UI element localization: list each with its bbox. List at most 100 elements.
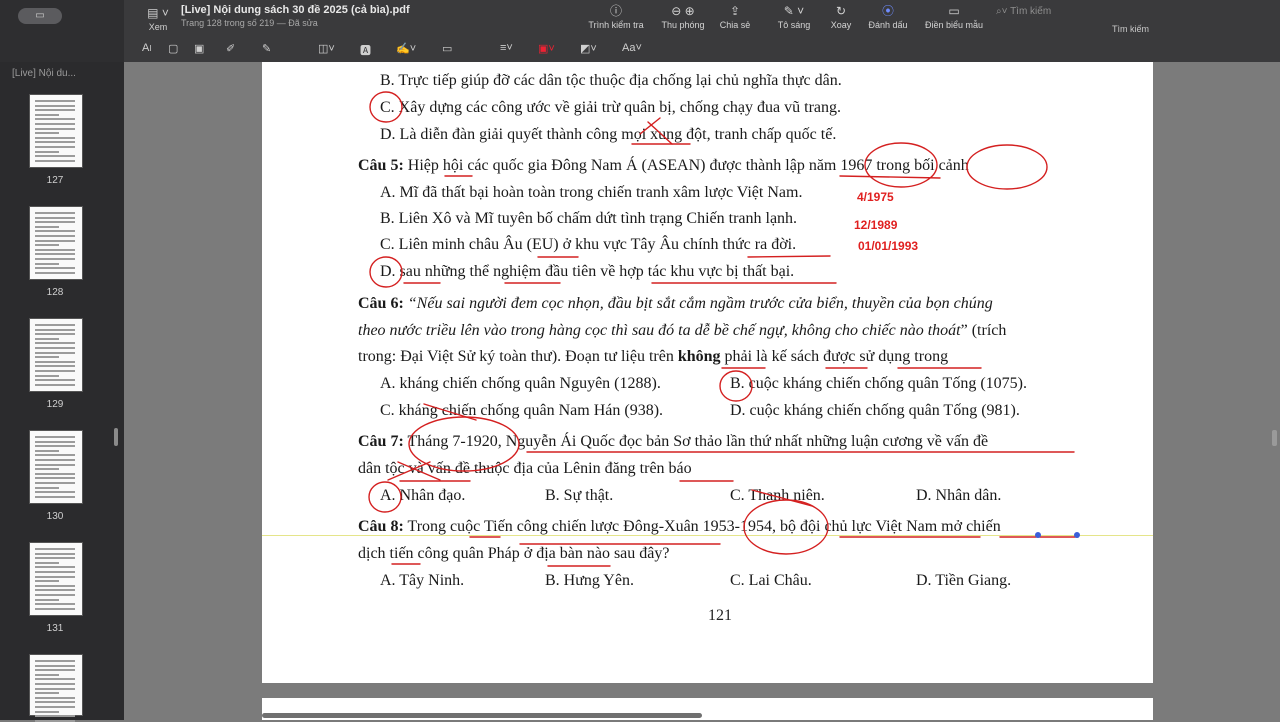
thumbnail-text-line [35,598,59,601]
note-tool[interactable]: ▭ [442,42,452,58]
thumbnail-text-line [35,664,75,667]
thumbnail-text-line [35,687,75,690]
fill-color-tool[interactable]: ◩˅ [580,42,597,58]
thumbnail-text-line [35,104,75,107]
q8-option-d: D. Tiền Giang. [916,572,1012,589]
thumbnail-text-line [35,673,59,676]
thumbnail-text-line [35,244,59,247]
sketch-tool[interactable]: ✐ [226,42,235,58]
thumbnail-text-line [35,715,75,718]
thumbnail-text-line [35,495,75,498]
toolbar: ▭ ▤ ˅ Xem [Live] Nội dung sách 30 đề 202… [0,0,1280,63]
rect-selection-tool[interactable]: ▢ [168,42,178,58]
text-style-tool[interactable]: Aa˅ [622,42,642,58]
share-label: Chia sẻ [719,20,751,30]
thumbnail-text-line [35,603,75,606]
view-button[interactable]: ▤ ˅ Xem [140,4,176,36]
border-color-tool[interactable]: ▣˅ [538,42,555,58]
thumbnail-text-line [35,212,75,214]
thumbnail-page-127[interactable] [29,94,83,168]
thumbnail-text-line [35,454,75,457]
thumbnail-text-line [35,468,59,471]
q6-text-2b: ” (trích [960,322,1007,339]
thumbnail-text-line [35,660,75,662]
horizontal-scrollbar[interactable] [262,713,702,718]
thumbnail-text-line [35,491,75,494]
thumbnail-text-line [35,155,75,158]
highlight-button[interactable]: ✎ ˅ Tô sáng [772,3,816,30]
redact-tool[interactable]: ▣ [194,42,204,58]
inspector-button[interactable]: ⓘ Trình kiểm tra [585,3,647,30]
q6-option-b: B. cuộc kháng chiến chống quân Tống (107… [730,375,1027,392]
q6-stem-line1: Câu 6: “Nếu sai người đem cọc nhọn, đầu … [358,295,993,313]
page-number: 121 [708,607,732,624]
q7-label: Câu 7: [358,433,404,450]
thumbnail-text-line [35,225,59,228]
q8-option-c: C. Lai Châu. [730,572,812,589]
fill-form-button[interactable]: ▭ Điền biểu mẫu [920,3,988,30]
thumbnail-text-line [35,440,75,443]
q4-option-c: C. Xây dựng các công ước về giải trừ quâ… [380,99,842,116]
q6-option-c: C. kháng chiến chống quân Nam Hán (938). [380,402,664,419]
sign-tool[interactable]: ✍˅ [396,42,416,58]
sidebar-doc-label: [Live] Nội du... [12,68,76,79]
thumbnail-text-line [35,351,75,354]
markup-label: Đánh dấu [868,20,908,30]
sidebar-scrollbar[interactable] [114,428,118,446]
thumbnail-text-line [35,678,75,681]
thumbnail-text-line [35,561,59,564]
sidebar-toggle-button[interactable]: ▭ [18,8,62,24]
shapes-tool[interactable]: ◫˅ [318,42,335,58]
thumbnail-page-128[interactable] [29,206,83,280]
thumbnail-page-130[interactable] [29,430,83,504]
search-icon: ⌕˅ [996,6,1008,17]
zoom-button[interactable]: ⊖ ⊕ Thu phóng [656,3,710,30]
thumbnail-text-line [35,146,75,148]
thumbnail-text-line [35,486,59,489]
line-style-tool[interactable]: ≡˅ [500,42,513,58]
text-selection-tool[interactable]: AI [142,42,152,58]
info-icon: ⓘ [609,4,622,18]
thumbnail-text-line [35,127,75,130]
search-input[interactable]: ⌕˅ Tìm kiếm [996,6,1152,20]
thumbnail-text-line [35,710,59,713]
q4-option-d: D. Là diễn đàn giải quyết thành công mọi… [380,126,837,143]
thumbnail-text-line [35,472,75,475]
thumbnail-page-132[interactable] [29,654,83,722]
thumbnail-text-line [35,683,75,685]
q6-label: Câu 6: [358,295,404,312]
thumbnail-text-line [35,548,75,550]
thumbnail-text-line [35,216,75,219]
rotate-button[interactable]: ↻ Xoay [826,3,856,30]
q6-text-3b: không [677,348,721,365]
thumbnail-text-line [35,575,75,578]
document-title: [Live] Nội dung sách 30 đề 2025 (cả bìa)… [181,4,410,16]
share-button[interactable]: ⇪ Chia sẻ [716,3,754,30]
thumbnail-page-129[interactable] [29,318,83,392]
thumbnail-text-line [35,328,75,331]
thumbnail-text-line [35,584,75,587]
thumbnail-text-line [35,607,75,610]
thumbnail-number: 130 [46,511,64,522]
markup-button[interactable]: ⦿ Đánh dấu [866,3,910,30]
inspector-label: Trình kiểm tra [588,20,644,30]
draw-tool[interactable]: ✎ [262,42,271,58]
thumbnail-text-line [35,360,75,363]
thumbnail-page-131[interactable] [29,542,83,616]
thumbnail-text-line [35,100,75,102]
vertical-scrollbar[interactable] [1272,430,1277,446]
search-caption: Tìm kiếm [1112,24,1149,34]
thumbnail-text-line [35,253,75,256]
q6-text-1: “Nếu sai người đem cọc nhọn, đầu bịt sắt… [403,295,993,312]
q8-option-a: A. Tây Ninh. [380,572,465,589]
thumbnail-text-line [35,109,75,112]
thumbnail-text-line [35,383,75,386]
thumbnail-text-line [35,324,75,326]
q6-text-3a: trong: Đại Việt Sử ký toàn thư). Đoạn tư… [358,348,678,365]
text-box-tool[interactable]: 🅰 [360,42,371,58]
thumbnail-text-line [35,696,75,699]
thumbnail-text-line [35,248,75,251]
sidebar-header: ▭ [0,0,124,62]
thumbnail-text-line [35,589,75,592]
thumbnail-text-line [35,365,75,368]
